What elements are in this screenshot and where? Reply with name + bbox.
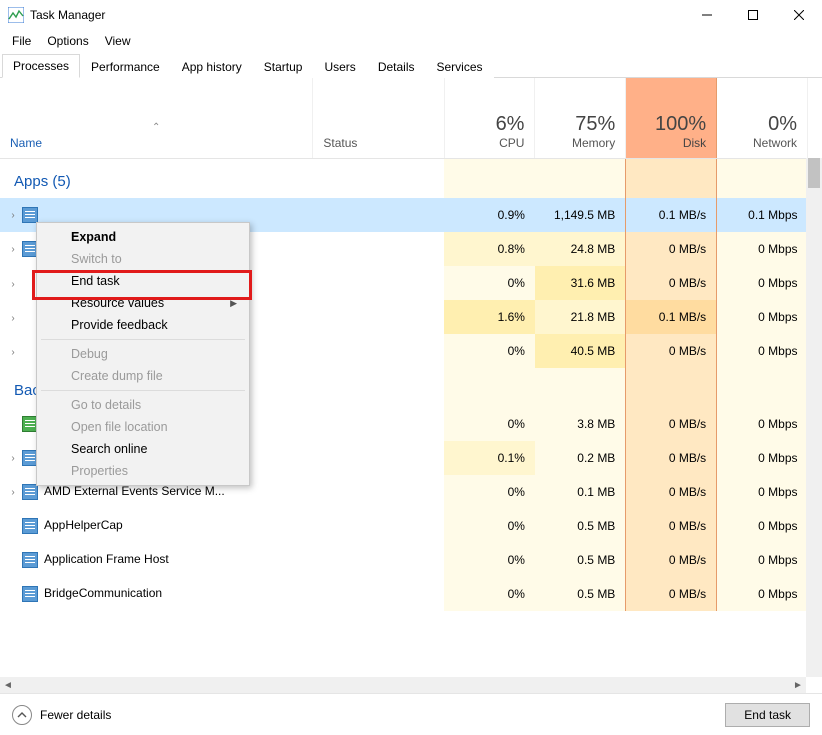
sort-indicator-icon: ⌃: [10, 122, 302, 136]
ctx-create-dump: Create dump file: [39, 365, 247, 387]
minimize-button[interactable]: [684, 0, 730, 30]
end-task-button[interactable]: End task: [725, 703, 810, 727]
chevron-right-icon[interactable]: ›: [6, 487, 20, 498]
table-row[interactable]: BridgeCommunication 0% 0.5 MB 0 MB/s 0 M…: [0, 577, 808, 611]
context-menu: Expand Switch to End task Resource value…: [36, 222, 250, 486]
ctx-expand[interactable]: Expand: [39, 226, 247, 248]
fewer-details-label: Fewer details: [40, 708, 111, 722]
chevron-up-icon: [12, 705, 32, 725]
table-row[interactable]: AppHelperCap 0% 0.5 MB 0 MB/s 0 Mbps: [0, 509, 808, 543]
col-memory[interactable]: 75%Memory: [535, 78, 626, 158]
col-disk[interactable]: 100%Disk: [626, 78, 717, 158]
tab-startup[interactable]: Startup: [253, 55, 314, 78]
menu-file[interactable]: File: [4, 32, 39, 50]
tab-processes[interactable]: Processes: [2, 54, 80, 78]
ctx-properties: Properties: [39, 460, 247, 482]
process-icon: [22, 586, 38, 602]
scroll-right-icon[interactable]: ►: [790, 677, 806, 693]
ctx-open-location: Open file location: [39, 416, 247, 438]
window-controls: [684, 0, 822, 30]
col-name[interactable]: ⌃ Name: [0, 78, 313, 158]
fewer-details-button[interactable]: Fewer details: [12, 705, 111, 725]
footer: Fewer details End task: [0, 693, 822, 735]
menubar: File Options View: [0, 30, 822, 52]
chevron-right-icon[interactable]: ›: [6, 244, 20, 255]
tab-strip: Processes Performance App history Startu…: [0, 52, 822, 78]
ctx-debug: Debug: [39, 343, 247, 365]
tab-services[interactable]: Services: [426, 55, 494, 78]
separator: [41, 339, 245, 340]
chevron-right-icon[interactable]: ›: [6, 210, 20, 221]
vertical-scrollbar[interactable]: [806, 158, 822, 677]
app-icon: [8, 7, 24, 23]
ctx-resource-values[interactable]: Resource values: [39, 292, 247, 314]
tab-performance[interactable]: Performance: [80, 55, 171, 78]
close-button[interactable]: [776, 0, 822, 30]
process-icon: [22, 207, 38, 223]
window-title: Task Manager: [30, 8, 105, 22]
maximize-button[interactable]: [730, 0, 776, 30]
ctx-go-to-details: Go to details: [39, 394, 247, 416]
col-status[interactable]: Status: [313, 78, 444, 158]
tab-details[interactable]: Details: [367, 55, 426, 78]
menu-view[interactable]: View: [97, 32, 139, 50]
ctx-provide-feedback[interactable]: Provide feedback: [39, 314, 247, 336]
scrollbar-thumb[interactable]: [808, 158, 820, 188]
ctx-switch-to: Switch to: [39, 248, 247, 270]
separator: [41, 390, 245, 391]
chevron-right-icon[interactable]: ›: [6, 453, 20, 464]
process-icon: [22, 518, 38, 534]
tab-users[interactable]: Users: [313, 55, 366, 78]
col-cpu[interactable]: 6%CPU: [444, 78, 535, 158]
ctx-search-online[interactable]: Search online: [39, 438, 247, 460]
ctx-end-task[interactable]: End task: [39, 270, 247, 292]
tab-app-history[interactable]: App history: [171, 55, 253, 78]
process-icon: [22, 552, 38, 568]
menu-options[interactable]: Options: [39, 32, 96, 50]
table-row[interactable]: Application Frame Host 0% 0.5 MB 0 MB/s …: [0, 543, 808, 577]
chevron-right-icon[interactable]: ›: [6, 347, 20, 358]
group-apps[interactable]: Apps (5): [0, 158, 808, 198]
scroll-left-icon[interactable]: ◄: [0, 677, 16, 693]
horizontal-scrollbar[interactable]: ◄ ►: [0, 677, 806, 693]
col-network[interactable]: 0%Network: [717, 78, 808, 158]
chevron-right-icon[interactable]: ›: [6, 313, 20, 324]
chevron-right-icon[interactable]: ›: [6, 279, 20, 290]
